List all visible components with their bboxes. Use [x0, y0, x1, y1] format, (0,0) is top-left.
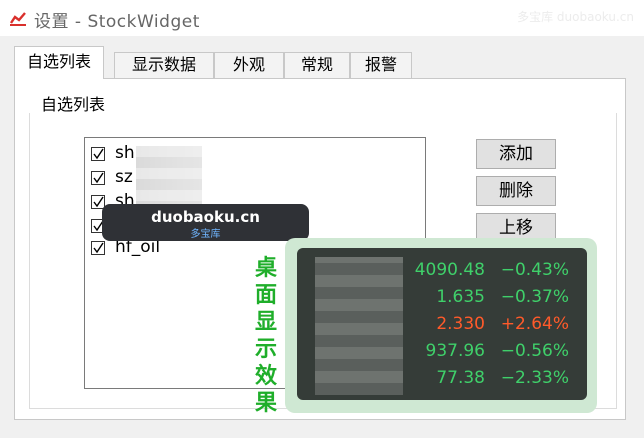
change-value: −2.33%	[500, 368, 569, 388]
change-value: −0.37%	[500, 287, 569, 307]
change-value: −0.43%	[500, 260, 569, 280]
watermark-text: 多宝库 duobaoku.cn	[517, 10, 634, 24]
window-title: 设置 - StockWidget	[34, 12, 200, 32]
change-value: +2.64%	[500, 314, 569, 334]
list-item-label: sh	[115, 143, 135, 163]
watermark-tooltip: duobaoku.cn 多宝库	[102, 204, 309, 241]
tab-display-data[interactable]: 显示数据	[114, 52, 214, 78]
checkbox[interactable]	[91, 171, 105, 185]
tab-watchlist[interactable]: 自选列表	[14, 46, 104, 79]
price-value: 77.38	[436, 368, 485, 388]
add-button[interactable]: 添加	[476, 139, 556, 169]
check-icon	[93, 242, 104, 254]
tab-general[interactable]: 常规	[284, 52, 350, 78]
check-icon	[93, 148, 104, 160]
check-icon	[93, 172, 104, 184]
widget-row: 937.96 −0.56%	[297, 339, 587, 365]
settings-window: 设置 - StockWidget 多宝库 duobaoku.cn 自选列表 显示…	[0, 0, 644, 438]
stock-widget-preview: 4090.48 −0.43% 1.635 −0.37% 2.330 +2.64%…	[297, 248, 587, 400]
widget-row: 1.635 −0.37%	[297, 285, 587, 311]
desktop-effect-label: 桌面显示效果	[254, 256, 277, 416]
chart-icon	[10, 12, 26, 26]
widget-row: 77.38 −2.33%	[297, 366, 587, 392]
price-value: 1.635	[436, 287, 485, 307]
title-bar: 设置 - StockWidget 多宝库 duobaoku.cn	[0, 0, 644, 36]
tab-appearance[interactable]: 外观	[214, 52, 284, 78]
checkbox[interactable]	[91, 147, 105, 161]
pixelated-redaction	[136, 146, 202, 212]
tooltip-subtitle: 多宝库	[190, 229, 221, 240]
list-item-label: sz	[115, 167, 133, 187]
tab-alerts[interactable]: 报警	[350, 52, 412, 78]
tooltip-domain: duobaoku.cn	[151, 208, 260, 226]
delete-button[interactable]: 删除	[476, 176, 556, 206]
price-value: 937.96	[425, 341, 485, 361]
checkbox[interactable]	[91, 241, 105, 255]
change-value: −0.56%	[500, 341, 569, 361]
price-value: 2.330	[436, 314, 485, 334]
widget-row: 4090.48 −0.43%	[297, 258, 587, 284]
price-value: 4090.48	[414, 260, 485, 280]
widget-row: 2.330 +2.64%	[297, 312, 587, 338]
group-title: 自选列表	[41, 95, 106, 114]
